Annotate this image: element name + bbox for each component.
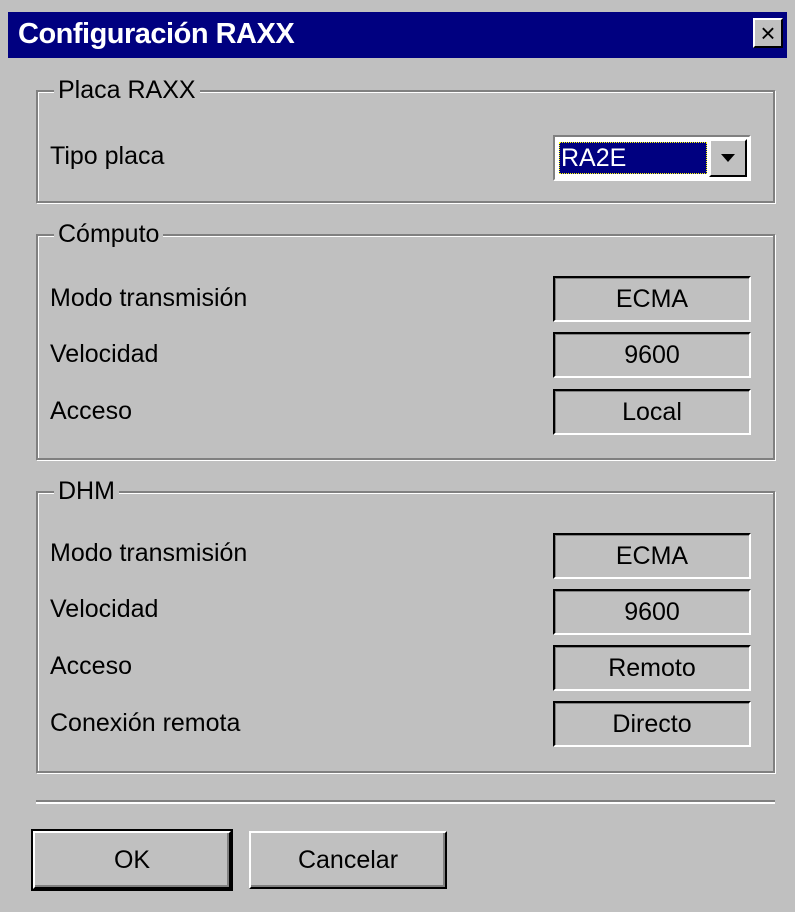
- dhm-conexion-value: Directo: [553, 701, 751, 747]
- close-button[interactable]: ×: [753, 18, 783, 48]
- tipo-placa-label: Tipo placa: [50, 142, 165, 170]
- dhm-acceso-label: Acceso: [50, 652, 132, 680]
- dhm-velocidad-label: Velocidad: [50, 595, 159, 623]
- chevron-down-icon: [721, 154, 735, 162]
- dropdown-button[interactable]: [709, 139, 747, 177]
- separator: [36, 800, 775, 804]
- computo-acceso-value: Local: [553, 389, 751, 435]
- group-title-placa: Placa RAXX: [54, 75, 200, 105]
- group-title-computo: Cómputo: [54, 219, 164, 249]
- computo-modo-value: ECMA: [553, 276, 751, 322]
- window-title: Configuración RAXX: [18, 18, 295, 50]
- computo-modo-label: Modo transmisión: [50, 284, 248, 312]
- ok-button[interactable]: OK: [31, 829, 233, 891]
- dhm-velocidad-value: 9600: [553, 589, 751, 635]
- cancel-button[interactable]: Cancelar: [249, 831, 447, 889]
- tipo-placa-select[interactable]: RA2E: [553, 135, 751, 181]
- config-dialog: Configuración RAXX × Placa RAXX Tipo pla…: [0, 0, 795, 912]
- close-icon: ×: [760, 18, 776, 48]
- dhm-acceso-value: Remoto: [553, 645, 751, 691]
- dhm-modo-value: ECMA: [553, 533, 751, 579]
- group-title-dhm: DHM: [54, 476, 119, 506]
- computo-acceso-label: Acceso: [50, 397, 132, 425]
- computo-velocidad-label: Velocidad: [50, 340, 159, 368]
- computo-velocidad-value: 9600: [553, 332, 751, 378]
- dhm-modo-label: Modo transmisión: [50, 539, 248, 567]
- tipo-placa-value: RA2E: [559, 142, 707, 174]
- dhm-conexion-label: Conexión remota: [50, 709, 241, 737]
- title-bar[interactable]: Configuración RAXX ×: [8, 12, 787, 58]
